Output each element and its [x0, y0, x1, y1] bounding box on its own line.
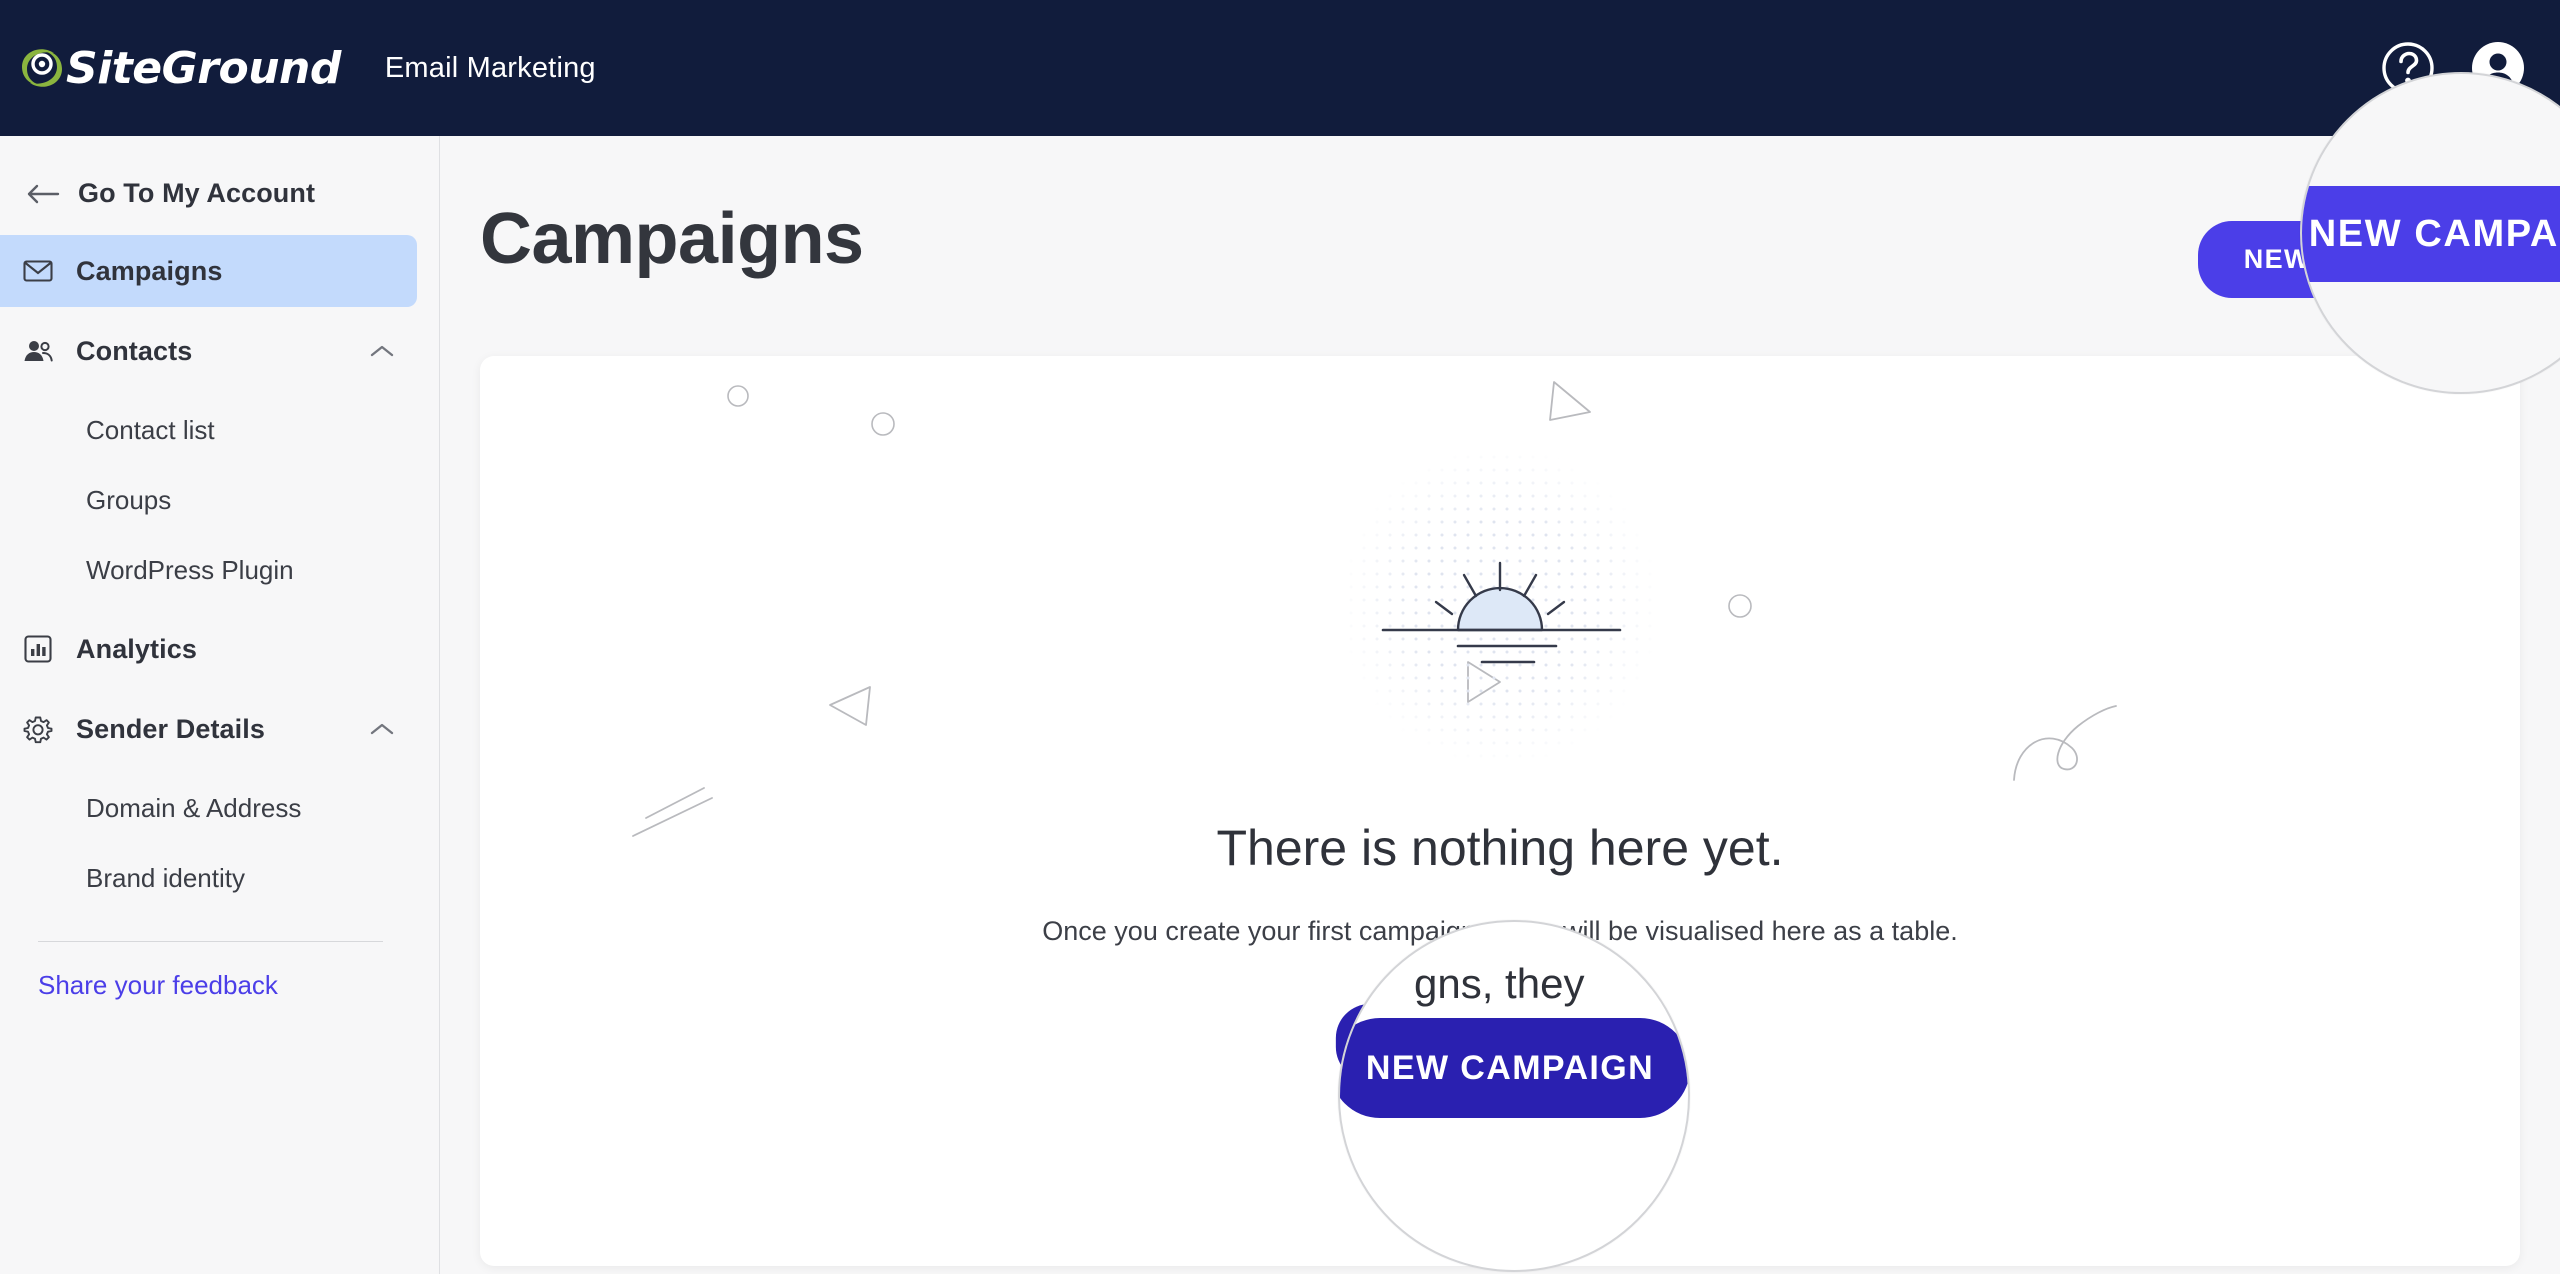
- magnified-new-campaign-button-top[interactable]: NEW CAMPAIGN: [2302, 186, 2560, 282]
- sidebar-item-contact-list[interactable]: Contact list: [0, 395, 439, 465]
- people-icon: [24, 341, 53, 362]
- sidebar-item-groups[interactable]: Groups: [0, 465, 439, 535]
- sidebar-subitem-label: WordPress Plugin: [86, 554, 294, 585]
- sidebar-item-label: Sender Details: [76, 713, 265, 744]
- sidebar-back-label: Go To My Account: [78, 178, 316, 208]
- sidebar-item-brand-identity[interactable]: Brand identity: [0, 843, 439, 913]
- sidebar-subitem-label: Groups: [86, 484, 172, 515]
- magnifier-lens-bottom: gns, they NEW CAMPAIGN: [1338, 920, 1690, 1272]
- siteground-swirl-icon: [22, 49, 62, 87]
- arrow-left-icon: [27, 184, 60, 203]
- chevron-up-icon[interactable]: [369, 343, 395, 359]
- envelope-icon: [23, 260, 53, 282]
- decor-circle-icon: [871, 412, 895, 436]
- decor-loop-curve-icon: [2013, 705, 2117, 781]
- magnified-new-campaign-button-center[interactable]: NEW CAMPAIGN: [1340, 1018, 1688, 1118]
- sidebar-back-to-account[interactable]: Go To My Account: [0, 160, 439, 227]
- sidebar-divider: [38, 941, 383, 942]
- siteground-logo[interactable]: SiteGround: [14, 40, 341, 96]
- sidebar-subitem-label: Domain & Address: [86, 792, 302, 823]
- sidebar-item-label: Analytics: [76, 633, 197, 664]
- sidebar-item-label: Campaigns: [76, 255, 223, 286]
- decor-circle-icon: [1728, 594, 1752, 618]
- top-header-bar: SiteGround Email Marketing: [0, 0, 2560, 136]
- page-title: Campaigns: [480, 199, 864, 279]
- bar-chart-icon: [24, 635, 52, 663]
- sidebar: Go To My Account Campaigns Contacts Cont…: [0, 136, 440, 1274]
- sidebar-item-label: Contacts: [76, 335, 193, 366]
- magnified-subtitle-fragment: gns, they: [1414, 960, 1585, 1007]
- sidebar-subitem-label: Brand identity: [86, 862, 245, 893]
- share-feedback-link[interactable]: Share your feedback: [0, 970, 439, 1001]
- sidebar-subitem-label: Contact list: [86, 414, 215, 445]
- sidebar-item-domain-address[interactable]: Domain & Address: [0, 773, 439, 843]
- app-title: Email Marketing: [384, 51, 596, 84]
- decor-circle-icon: [727, 385, 749, 407]
- decor-triangle-left-icon: [829, 686, 871, 726]
- chevron-up-icon[interactable]: [369, 721, 395, 737]
- gear-icon: [23, 716, 53, 744]
- sunrise-illustration: [1330, 436, 1670, 776]
- sidebar-item-campaigns[interactable]: Campaigns: [0, 235, 417, 307]
- sidebar-item-wordpress-plugin[interactable]: WordPress Plugin: [0, 535, 439, 605]
- siteground-logo-text: SiteGround: [66, 42, 341, 94]
- sidebar-item-analytics[interactable]: Analytics: [0, 613, 417, 685]
- sidebar-item-contacts[interactable]: Contacts: [0, 315, 417, 387]
- empty-state-title: There is nothing here yet.: [1216, 820, 1784, 876]
- sidebar-item-sender-details[interactable]: Sender Details: [0, 693, 417, 765]
